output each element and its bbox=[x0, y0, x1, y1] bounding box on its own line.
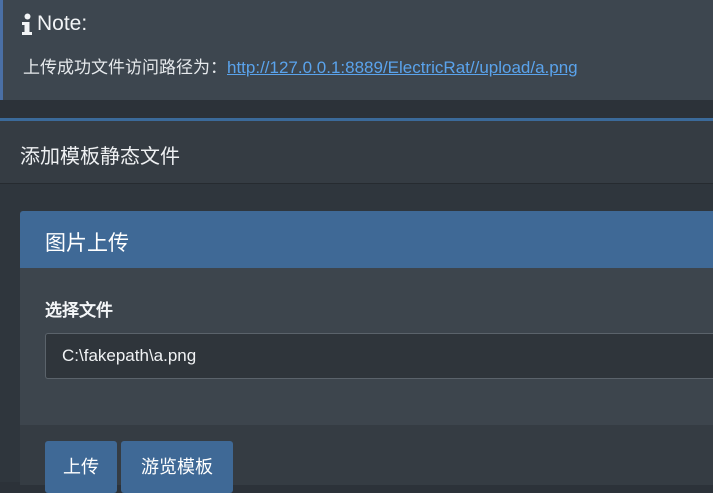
info-icon bbox=[21, 13, 33, 35]
note-message: 上传成功文件访问路径为：http://127.0.0.1:8889/Electr… bbox=[23, 53, 578, 78]
panel-header: 添加模板静态文件 bbox=[0, 121, 713, 184]
note-message-text: 上传成功文件访问路径为： bbox=[23, 58, 227, 77]
panel-title: 添加模板静态文件 bbox=[20, 146, 180, 168]
card-header: 图片上传 bbox=[20, 211, 713, 268]
uploaded-file-link[interactable]: http://127.0.0.1:8889/ElectricRat//uploa… bbox=[227, 58, 578, 77]
file-field-label: 选择文件 bbox=[45, 301, 113, 320]
card-title: 图片上传 bbox=[45, 232, 129, 255]
static-file-panel: 添加模板静态文件 图片上传 选择文件 C:\fakepath\a.png 上传 … bbox=[0, 118, 713, 493]
upload-button[interactable]: 上传 bbox=[45, 441, 117, 493]
note-title: Note: bbox=[37, 12, 88, 35]
browse-templates-button[interactable]: 游览模板 bbox=[121, 441, 233, 493]
file-input[interactable]: C:\fakepath\a.png bbox=[45, 333, 713, 379]
note-alert: Note: 上传成功文件访问路径为：http://127.0.0.1:8889/… bbox=[0, 0, 713, 100]
image-upload-card: 图片上传 选择文件 C:\fakepath\a.png 上传 游览模板 bbox=[20, 211, 713, 493]
note-heading: Note: bbox=[21, 12, 87, 36]
